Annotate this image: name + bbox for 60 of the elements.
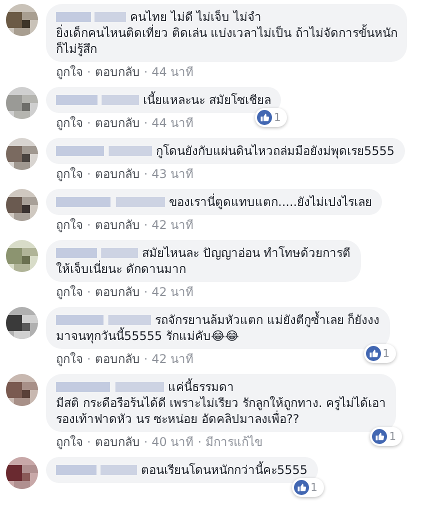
comment-text: กูโดนยังกับแผ่นดินไหวถล่มมือยังม่พุดเรย5555	[156, 143, 395, 159]
action-link[interactable]: ตอบกลับ	[94, 167, 140, 182]
action-link[interactable]: ถูกใจ	[56, 167, 83, 182]
action-link[interactable]: ตอบกลับ	[94, 218, 140, 233]
thumbs-up-icon	[366, 346, 381, 361]
action-link[interactable]: ตอบกลับ	[94, 65, 140, 80]
separator-dot: ·	[198, 435, 202, 450]
comment-text: ตอนเรียนโดนหนักกว่านี้คะ5555	[141, 462, 308, 478]
comment-text: ให้เจ็บเนี่ยนะ ดักดานมาก	[56, 261, 186, 277]
action-link[interactable]: ถูกใจ	[56, 285, 83, 300]
comment-meta: 44 นาที	[152, 116, 194, 131]
comment-meta: 42 นาที	[152, 352, 194, 367]
separator-dot: ·	[87, 435, 91, 450]
separator-dot: ·	[144, 435, 148, 450]
comment-text: สมัยไหนละ ปัญญาอ่อน ทำโทษด้วยการตี	[142, 245, 351, 261]
blurred-name-drawing	[56, 11, 126, 23]
action-link[interactable]: ถูกใจ	[56, 435, 83, 450]
separator-dot: ·	[87, 352, 91, 367]
comment-text: มีสติ กระดือรือร้นได้ดี เพราะไม่เรียว รักลูกให้ถูกทาง. ครูไม่ได้เอา	[56, 395, 386, 410]
separator-dot: ·	[144, 65, 148, 80]
separator-dot: ·	[144, 116, 148, 131]
action-link[interactable]: ตอบกลับ	[94, 116, 140, 131]
comment-meta: 44 นาที	[152, 65, 194, 80]
separator-dot: ·	[144, 352, 148, 367]
separator-dot: ·	[87, 116, 91, 131]
comment-text: คนไทย ไม่ดี ไม่เจ็บ ไม่จำ	[130, 9, 262, 24]
action-link[interactable]: ตอบกลับ	[94, 352, 140, 367]
separator-dot: ·	[144, 167, 148, 182]
comment-text: แค่นี้ธรรมดา	[168, 379, 234, 395]
reaction-count: 1	[274, 112, 281, 123]
action-link[interactable]: ตอบกลับ	[94, 285, 140, 300]
comment-meta: 43 นาที	[152, 167, 194, 182]
comment-text: ยิ่งเด็กคนไหนติดเที่ยว ติดเล่น แบ่งเวลาไม่เป็น ถ้าไม่จัดการขั้นหนัก	[56, 25, 398, 41]
separator-dot: ·	[144, 218, 148, 233]
reaction-count: 1	[382, 348, 390, 359]
comment-text: เนี้ยแหละนะ สมัยโซเชียล	[143, 92, 271, 108]
comment-text: รองเท้าฟาดหัว นร ซะหน่อย อัดคลิปมาลงเพื่อ??	[56, 411, 300, 427]
separator-dot: ·	[144, 285, 148, 300]
action-link[interactable]: ถูกใจ	[56, 352, 83, 367]
comment-meta: มีการแก้ไข	[206, 435, 263, 450]
separator-dot: ·	[87, 218, 91, 233]
thumbs-up-icon	[372, 429, 388, 444]
separator-dot: ·	[87, 285, 91, 300]
comment-text: ของเรานี่ตูดแทบแตก.....ยังไม่เปงไรเลย	[169, 194, 372, 210]
comment-text: รถจักรยานล้มหัวแตก แม่ยังตีกูซ้ำเลย ก็ยังงง	[155, 312, 380, 328]
comment-meta: 40 นาที	[152, 435, 194, 450]
action-link[interactable]: ถูกใจ	[56, 218, 83, 233]
reaction-count: 1	[310, 482, 318, 493]
action-link[interactable]: ตอบกลับ	[94, 435, 140, 450]
action-link[interactable]: ถูกใจ	[56, 65, 83, 80]
comment-meta: 42 นาที	[152, 218, 194, 233]
comment-text: มาจนทุกวันนี้55555 รักแม่คับ😂😂	[56, 328, 240, 344]
thumbs-up-icon	[294, 480, 309, 495]
separator-dot: ·	[87, 167, 91, 182]
separator-dot: ·	[87, 65, 91, 80]
thumbs-up-icon	[256, 110, 272, 125]
reaction-count: 1	[389, 431, 396, 442]
comment-meta: 42 นาที	[152, 285, 194, 300]
comment-text: ก็ไม่รู้สึก	[56, 41, 97, 57]
action-link[interactable]: ถูกใจ	[56, 116, 83, 131]
